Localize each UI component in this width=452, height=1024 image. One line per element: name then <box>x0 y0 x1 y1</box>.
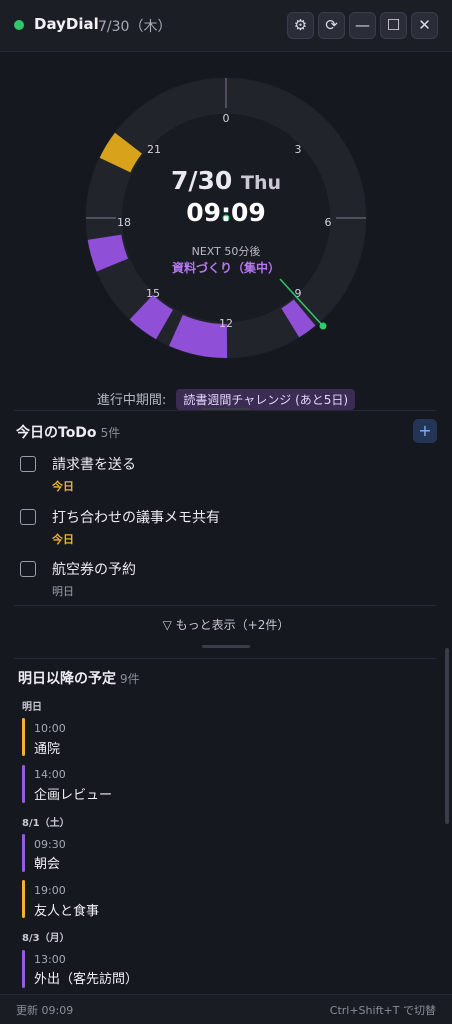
active-period: 進行中期間: 読書週間チャレンジ (あと5日) <box>0 389 452 410</box>
event-title[interactable]: 友人と食事 <box>34 900 99 919</box>
drag-handle[interactable] <box>202 645 250 648</box>
event-title[interactable]: 通院 <box>34 738 60 757</box>
divider <box>14 410 436 411</box>
period-label: 進行中期間: <box>96 393 167 408</box>
current-time-marker <box>319 322 327 330</box>
todo-due: 明日 <box>52 585 74 598</box>
status-indicator <box>14 20 24 30</box>
todo-title[interactable]: 請求書を送る <box>52 454 136 474</box>
next-event-title[interactable]: 資料づくり（集中） <box>0 259 452 276</box>
center-date-value: 7/30 <box>170 166 233 195</box>
event-title[interactable]: 外出（客先訪問） <box>34 968 138 987</box>
day-label: 8/1（土） <box>22 818 70 829</box>
center-time: 09:09 <box>186 198 266 227</box>
todo-title[interactable]: 航空券の予約 <box>52 559 136 579</box>
upcoming-title: 明日以降の予定 <box>18 671 116 687</box>
hour-label-0: 0 <box>223 112 230 125</box>
refresh-icon[interactable]: ⟳ <box>318 12 345 39</box>
hour-label-3: 3 <box>295 143 302 156</box>
day-label: 明日 <box>22 702 42 713</box>
upcoming-count: 9件 <box>120 672 140 686</box>
next-countdown: NEXT 50分後 <box>191 245 261 258</box>
todo-checkbox[interactable] <box>20 456 36 472</box>
shortcut-hint: Ctrl+Shift+T で切替 <box>329 1004 436 1017</box>
upcoming-section-title: 明日以降の予定 9件 <box>18 668 140 688</box>
todo-section-title: 今日のToDo 5件 <box>16 422 120 442</box>
show-more-button[interactable]: ▽ もっと表示（+2件） <box>0 616 452 633</box>
day-label: 8/3（月） <box>22 933 70 944</box>
hour-label-21: 21 <box>147 143 161 156</box>
todo-checkbox[interactable] <box>20 561 36 577</box>
period-tag[interactable]: 読書週間チャレンジ (あと5日) <box>176 389 356 410</box>
hour-label-15: 15 <box>146 287 160 300</box>
event-color-bar <box>22 765 25 803</box>
center-date: 7/30 Thu <box>0 166 452 195</box>
divider <box>14 658 436 659</box>
add-todo-button[interactable]: + <box>413 419 437 443</box>
event-time: 09:30 <box>34 838 66 851</box>
maximize-icon[interactable]: ☐ <box>380 12 407 39</box>
event-time: 13:00 <box>34 953 66 966</box>
app-date: 7/30（木） <box>98 19 172 35</box>
todo-count: 5件 <box>100 426 121 440</box>
event-color-bar <box>22 950 25 988</box>
center-day-of-week: Thu <box>241 172 282 194</box>
todo-due: 今日 <box>52 480 74 493</box>
app-title: DayDial <box>34 15 99 33</box>
event-title[interactable]: 企画レビュー <box>34 784 112 803</box>
todo-due: 今日 <box>52 533 74 546</box>
last-updated: 更新 09:09 <box>16 1004 74 1017</box>
todo-title: 今日のToDo <box>16 425 97 441</box>
todo-title[interactable]: 打ち合わせの議事メモ共有 <box>52 507 220 527</box>
scrollbar[interactable] <box>445 648 449 824</box>
gear-icon[interactable]: ⚙ <box>287 12 314 39</box>
event-title[interactable]: 朝会 <box>34 853 60 872</box>
title-bar: DayDial 7/30（木） ⚙ ⟳ — ☐ ✕ <box>0 0 452 52</box>
hour-label-12: 12 <box>219 317 233 330</box>
divider <box>14 605 436 606</box>
footer: 更新 09:09 Ctrl+Shift+T で切替 <box>0 994 452 1024</box>
event-time: 10:00 <box>34 722 66 735</box>
event-time: 14:00 <box>34 768 66 781</box>
event-time: 19:00 <box>34 884 66 897</box>
event-color-bar <box>22 834 25 872</box>
event-color-bar <box>22 718 25 756</box>
event-color-bar <box>22 880 25 918</box>
minimize-icon[interactable]: — <box>349 12 376 39</box>
close-icon[interactable]: ✕ <box>411 12 438 39</box>
todo-checkbox[interactable] <box>20 509 36 525</box>
